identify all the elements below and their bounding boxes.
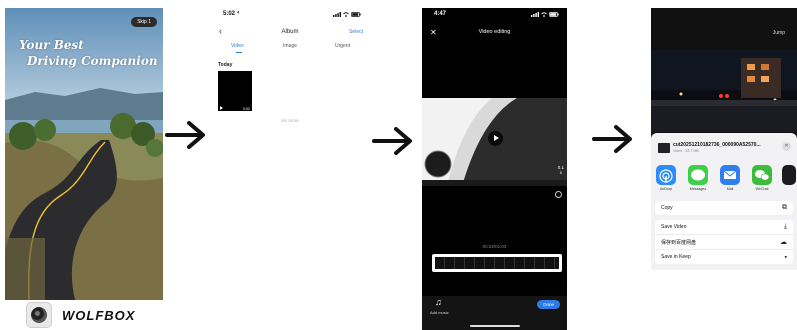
arrow-right-icon: [592, 125, 632, 153]
close-icon[interactable]: ✕: [782, 142, 791, 151]
share-app-messages[interactable]: Messages: [686, 165, 710, 191]
wechat-icon: [752, 165, 772, 185]
play-button[interactable]: [488, 131, 503, 146]
share-app-mail[interactable]: Mail: [718, 165, 742, 191]
share-apps-row: AirDrop Messages Mail WeChat: [654, 165, 797, 197]
save-icon: ⤓: [783, 223, 787, 230]
action-label: 保存到百度网盘: [661, 239, 697, 246]
slogan-line-1: Your Best: [19, 38, 84, 52]
tab-urgent[interactable]: Urgent: [335, 43, 350, 49]
action-group: Copy ⧉: [655, 201, 793, 215]
album-screen: 5:02 ⁴ ‹ Album Select Video Image Urgent…: [211, 8, 369, 293]
signal-icon: [333, 12, 341, 17]
dashcam-logo-icon: [26, 302, 52, 328]
wifi-icon: [541, 12, 547, 17]
action-save-video[interactable]: Save Video ⤓: [655, 220, 793, 235]
status-time: 4:47: [434, 11, 447, 17]
brand-footer: WOLFBOX: [26, 302, 135, 328]
video-editing-screen: 4:47 ✕ Video editing 0.1 x 00:02/01:03 ♫…: [422, 8, 567, 330]
arrow-right-icon: [165, 121, 205, 149]
share-app-more[interactable]: [782, 165, 796, 185]
music-note-icon[interactable]: ♫: [435, 297, 442, 307]
share-screen: Jump cut20251210182736_000090A52570... V…: [651, 8, 797, 270]
tab-video[interactable]: Video: [231, 43, 244, 49]
share-app-label: Mail: [726, 187, 734, 191]
night-street-image: [651, 50, 797, 132]
play-icon: [220, 106, 223, 110]
video-thumbnail[interactable]: 0:02: [218, 71, 252, 111]
mail-icon: [720, 165, 740, 185]
share-sheet: cut20251210182736_000090A52570... Video …: [651, 133, 797, 270]
airdrop-icon: [656, 165, 676, 185]
section-header: Today: [218, 62, 233, 68]
file-thumbnail: [658, 143, 670, 153]
skip-button[interactable]: Skip 1: [131, 17, 157, 27]
baidu-cloud-icon: ☁: [780, 239, 787, 246]
add-music-label[interactable]: Add music: [430, 310, 449, 315]
copy-icon: ⧉: [782, 204, 787, 211]
done-button[interactable]: Done: [537, 300, 560, 309]
action-group: Save Video ⤓ 保存到百度网盘 ☁ Save in Keep ▪: [655, 220, 793, 264]
no-more-label: No more: [281, 118, 299, 123]
action-baidu-cloud[interactable]: 保存到百度网盘 ☁: [655, 235, 793, 250]
tab-image[interactable]: Image: [283, 43, 297, 49]
action-label: Save in Keep: [661, 254, 691, 260]
timecode: 00:02/01:03: [482, 244, 507, 249]
share-app-label: WeChat: [755, 187, 769, 191]
video-duration: 0:02: [243, 107, 250, 111]
app-icon: [782, 165, 796, 185]
select-button[interactable]: Select: [349, 29, 363, 35]
messages-icon: [688, 165, 708, 185]
slogan-line-2: Driving Companion: [27, 54, 158, 68]
keep-icon: ▪: [784, 253, 787, 261]
wifi-icon: [343, 12, 349, 17]
share-app-label: AirDrop: [659, 187, 673, 191]
arrow-right-icon: [372, 127, 412, 155]
jump-button[interactable]: Jump: [773, 30, 785, 36]
share-app-airdrop[interactable]: AirDrop: [654, 165, 678, 191]
battery-icon: [549, 12, 559, 17]
share-app-wechat[interactable]: WeChat: [750, 165, 774, 191]
speed-unit: x: [559, 170, 562, 175]
action-copy[interactable]: Copy ⧉: [655, 201, 793, 215]
status-time: 5:02 ⁴: [223, 11, 240, 17]
share-actions: Copy ⧉ Save Video ⤓ 保存到百度网盘 ☁ Save in Ke…: [655, 201, 793, 269]
splash-screen: Skip 1 Your Best Driving Companion: [5, 8, 163, 300]
brand-name: WOLFBOX: [62, 307, 136, 323]
battery-icon: [351, 12, 361, 17]
filmstrip: [435, 257, 559, 269]
signal-icon: [531, 12, 539, 17]
file-size: Video · 53.7 MB: [673, 149, 699, 153]
action-label: Copy: [661, 205, 673, 211]
trim-timeline[interactable]: [432, 254, 562, 272]
home-indicator: [470, 325, 520, 327]
status-icons: [531, 12, 559, 17]
action-label: Save Video: [661, 224, 687, 230]
status-icons: [333, 12, 361, 17]
action-save-in-keep[interactable]: Save in Keep ▪: [655, 250, 793, 264]
rotate-icon[interactable]: [555, 191, 562, 198]
page-title: Video editing: [478, 29, 511, 35]
file-name: cut20251210182736_000090A52570...: [673, 142, 761, 148]
speed-indicator[interactable]: 0.1 x: [558, 165, 564, 175]
page-title: Album: [281, 29, 299, 35]
share-app-label: Messages: [689, 187, 707, 191]
active-tab-indicator: [236, 52, 242, 53]
